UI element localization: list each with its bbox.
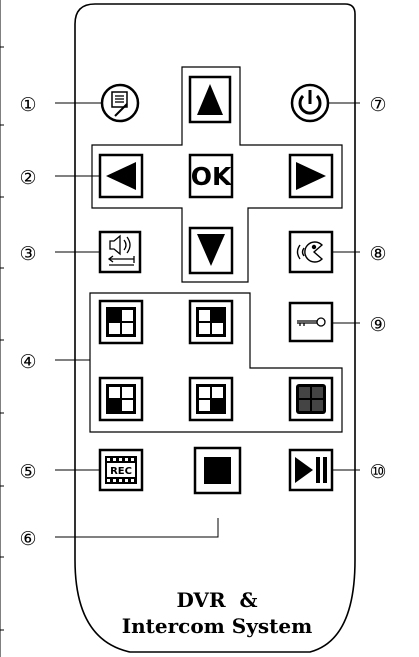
- split-screen-1-icon: [106, 307, 136, 337]
- play-pause-button[interactable]: [288, 448, 334, 492]
- split-screen-1-button[interactable]: [98, 299, 144, 345]
- intercom-button[interactable]: [288, 230, 334, 274]
- callout-5: ⑤: [19, 461, 36, 483]
- callout-9: ⑨: [369, 314, 386, 336]
- menu-button[interactable]: [100, 83, 140, 123]
- down-button[interactable]: [188, 226, 234, 275]
- stop-button[interactable]: [193, 446, 242, 495]
- callout-6: ⑥: [19, 528, 36, 550]
- ok-label: OK: [191, 162, 233, 191]
- split-screen-3-button[interactable]: [98, 376, 144, 422]
- split-screen-3-icon: [106, 384, 136, 414]
- remote-title-line2: Intercom System: [122, 614, 313, 638]
- volume-button[interactable]: [98, 230, 142, 274]
- left-button[interactable]: [98, 153, 144, 199]
- record-button[interactable]: REC: [98, 448, 144, 492]
- callout-7: ⑦: [369, 94, 386, 116]
- rec-label: REC: [110, 466, 132, 477]
- remote-diagram: OK REC ① ② ③ ④ ⑤ ⑥ ⑦ ⑧ ⑨ ⑩ DVR & Interco…: [0, 0, 387, 657]
- power-button[interactable]: [290, 83, 330, 123]
- margin-ticks: [0, 0, 4, 657]
- callout-1: ①: [19, 94, 36, 116]
- split-screen-all-icon: [296, 384, 326, 414]
- callout-10: ⑩: [369, 461, 386, 483]
- split-screen-2-button[interactable]: [188, 299, 234, 345]
- right-button[interactable]: [288, 153, 334, 199]
- split-screen-2-icon: [196, 307, 226, 337]
- remote-title-line1: DVR &: [176, 588, 257, 612]
- split-screen-4-icon: [196, 384, 226, 414]
- callout-8: ⑧: [369, 243, 386, 265]
- split-screen-all-button[interactable]: [288, 376, 334, 422]
- callout-2: ②: [19, 167, 36, 189]
- ok-button[interactable]: OK: [188, 153, 234, 199]
- split-screen-4-button[interactable]: [188, 376, 234, 422]
- callout-4: ④: [19, 351, 36, 373]
- up-button[interactable]: [188, 75, 232, 124]
- rec-icon: REC: [105, 456, 137, 484]
- callout-3: ③: [19, 243, 36, 265]
- key-button[interactable]: [288, 301, 334, 343]
- stop-icon: [204, 457, 231, 484]
